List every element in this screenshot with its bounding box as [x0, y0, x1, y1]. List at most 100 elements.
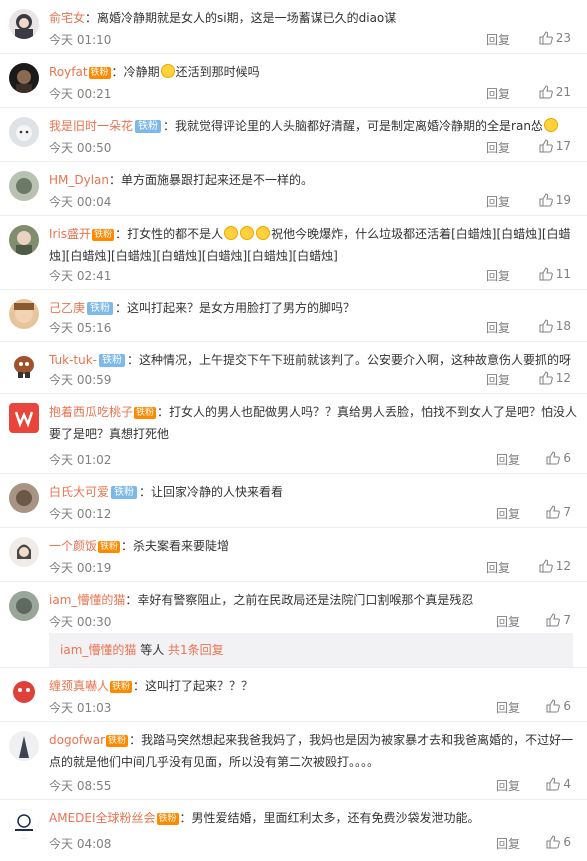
avatar[interactable]: [9, 731, 39, 761]
comment-text: 杀夫案看来要陡增: [133, 539, 230, 553]
username-link[interactable]: 俞宅女: [49, 11, 85, 25]
like-count: 18: [555, 319, 571, 333]
comment-time: 今天 05:16: [49, 321, 112, 335]
comment-item: Iris盛开 铁粉 ：打女性的都不是人 祝他今晚爆炸，什么垃圾都还活着[白蜡烛][白蜡…: [0, 216, 587, 290]
username-link[interactable]: HM_Dylan: [49, 173, 109, 187]
comment-text: 这叫打了起来？？？: [145, 679, 254, 693]
reply-button[interactable]: 回复: [486, 193, 510, 210]
comment-time: 今天 00:59: [49, 373, 112, 387]
like-button[interactable]: 6: [546, 835, 571, 849]
fan-badge: 铁粉: [88, 67, 111, 79]
reply-button[interactable]: 回复: [496, 777, 520, 794]
thumbs-up-icon: [539, 85, 553, 99]
username-link[interactable]: 己乙庚: [49, 301, 85, 315]
comment-body: 一个颜饭 铁粉 ：杀夫案看来要陡增: [49, 539, 230, 553]
fan-badge: 铁粉: [106, 735, 129, 747]
thumbs-up-icon: [539, 559, 553, 573]
avatar[interactable]: [9, 225, 39, 255]
emoji-icon: [160, 64, 175, 78]
username-link[interactable]: 抱着西瓜吃桃子: [49, 405, 133, 419]
comment-time: 今天 00:19: [49, 561, 112, 575]
reply-button[interactable]: 回复: [496, 699, 520, 716]
comment-body: Royfat 铁粉 ：冷静期 还活到那时候吗: [49, 64, 260, 79]
thread-count-link[interactable]: 共1条回复: [168, 643, 224, 657]
fan-badge: 铁粉: [98, 541, 121, 553]
fan-badge: 铁粉: [135, 120, 162, 133]
reply-button[interactable]: 回复: [496, 613, 520, 630]
username-link[interactable]: 缠颈真嚇人: [49, 679, 109, 693]
reply-button[interactable]: 回复: [486, 31, 510, 48]
like-count: 6: [563, 451, 571, 465]
username-link[interactable]: Iris盛开: [49, 227, 91, 241]
like-button[interactable]: 6: [546, 699, 571, 713]
comment-text: 单方面施暴跟打起来还是不一样的。: [121, 173, 314, 187]
avatar[interactable]: [9, 483, 39, 513]
username-link[interactable]: 一个颜饭: [49, 539, 97, 553]
thumbs-up-icon: [539, 267, 553, 281]
fan-badge: 铁粉: [98, 354, 125, 367]
like-button[interactable]: 6: [546, 451, 571, 465]
like-button[interactable]: 12: [539, 559, 571, 573]
thread-username[interactable]: iam_懵懂的猫: [60, 643, 136, 657]
comment-time: 今天 00:50: [49, 141, 112, 155]
emoji-icon: [256, 226, 271, 240]
username-link[interactable]: iam_懵懂的猫: [49, 593, 125, 607]
like-count: 12: [555, 559, 571, 573]
comment-text: 让回家冷静的人快来看看: [151, 485, 284, 499]
like-button[interactable]: 19: [539, 193, 571, 207]
comment-item: HM_Dylan：单方面施暴跟打起来还是不一样的。 今天 00:04 回复 19: [0, 162, 587, 216]
like-count: 4: [563, 777, 571, 791]
avatar[interactable]: [9, 403, 39, 433]
thread-text: 等人: [136, 643, 169, 657]
emoji-icon: [240, 226, 255, 240]
comment-body: Iris盛开 铁粉 ：打女性的都不是人 祝他今晚爆炸，什么垃圾都还活着[白蜡烛][白蜡…: [49, 226, 571, 263]
avatar[interactable]: [9, 63, 39, 93]
avatar[interactable]: [9, 591, 39, 621]
username-link[interactable]: 我是旧时一朵花: [49, 119, 133, 133]
username-link[interactable]: Tuk-tuk-: [49, 353, 97, 367]
comment-body: 俞宅女：离婚冷静期就是女人的si期，这是一场蓄谋已久的diao谋: [49, 11, 397, 25]
like-button[interactable]: 23: [539, 31, 571, 45]
like-button[interactable]: 17: [539, 139, 571, 153]
like-button[interactable]: 21: [539, 85, 571, 99]
avatar[interactable]: [9, 351, 39, 381]
username-link[interactable]: AMEDEI全球粉丝会: [49, 811, 156, 825]
comment-item: 缠颈真嚇人 铁粉 ：这叫打了起来？？？ 今天 01:03 回复 6: [0, 668, 587, 722]
like-count: 19: [555, 193, 571, 207]
comment-item: Tuk-tuk- 铁粉 ：这种情况，上午提交下午下班前就该判了。公安要介入啊，这种故…: [0, 342, 587, 394]
like-button[interactable]: 4: [546, 777, 571, 791]
avatar[interactable]: [9, 117, 39, 147]
like-button[interactable]: 7: [546, 613, 571, 627]
reply-button[interactable]: 回复: [486, 371, 510, 388]
like-button[interactable]: 11: [539, 267, 571, 281]
comment-item: iam_懵懂的猫：幸好有警察阻止，之前在民政局还是法院门口割喉那个真是残忍 今天…: [0, 582, 587, 668]
avatar[interactable]: [9, 809, 39, 839]
reply-button[interactable]: 回复: [486, 319, 510, 336]
reply-button[interactable]: 回复: [486, 85, 510, 102]
reply-button[interactable]: 回复: [486, 139, 510, 156]
username-link[interactable]: Royfat: [49, 65, 88, 79]
reply-button[interactable]: 回复: [496, 451, 520, 468]
like-button[interactable]: 18: [539, 319, 571, 333]
comment-text: 这叫打起来？是女方用脸打了男方的脚吗？: [127, 301, 356, 315]
reply-button[interactable]: 回复: [496, 835, 520, 852]
avatar[interactable]: [9, 537, 39, 567]
username-link[interactable]: 白氏大可爱: [49, 485, 109, 499]
avatar[interactable]: [9, 677, 39, 707]
avatar[interactable]: [9, 299, 39, 329]
like-button[interactable]: 12: [539, 371, 571, 385]
reply-button[interactable]: 回复: [486, 559, 510, 576]
avatar[interactable]: [9, 9, 39, 39]
comment-body: 己乙庚 铁粉 ：这叫打起来？是女方用脸打了男方的脚吗？: [49, 301, 356, 315]
reply-button[interactable]: 回复: [486, 267, 510, 284]
reply-thread[interactable]: iam_懵懂的猫 等人 共1条回复: [49, 633, 573, 667]
like-count: 6: [563, 835, 571, 849]
thumbs-up-icon: [546, 835, 561, 849]
username-link[interactable]: dogofwar: [49, 733, 105, 747]
comment-text: 冷静期: [123, 65, 160, 79]
like-count: 7: [563, 613, 571, 627]
fan-badge: 铁粉: [134, 407, 157, 419]
avatar[interactable]: [9, 171, 39, 201]
like-button[interactable]: 7: [546, 505, 571, 519]
reply-button[interactable]: 回复: [496, 505, 520, 522]
